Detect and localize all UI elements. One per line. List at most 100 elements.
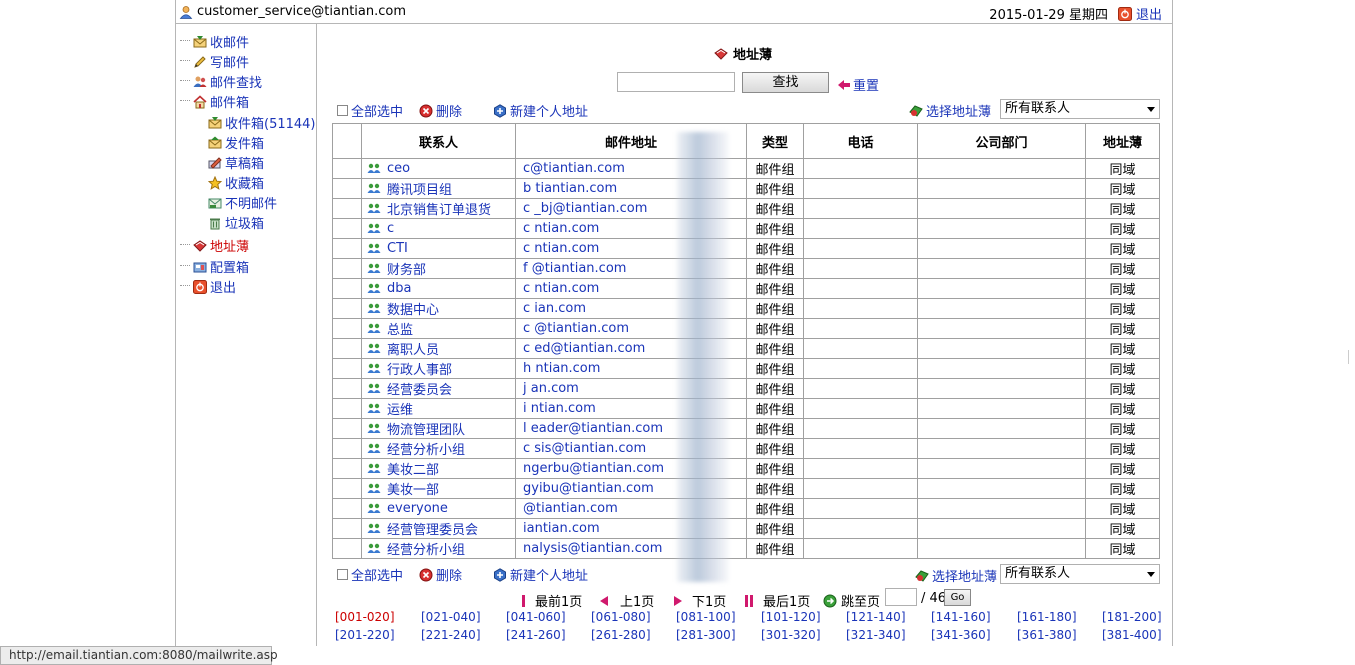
page-link[interactable]: [181-200] (1102, 610, 1162, 624)
row-checkbox-cell[interactable] (332, 538, 362, 559)
contact-name[interactable]: 美妆二部 (361, 458, 516, 479)
sidebar-item-exit[interactable]: 退出 (193, 277, 236, 296)
reset-link[interactable]: 重置 (837, 75, 879, 94)
select-all-checkbox[interactable] (337, 105, 348, 116)
header-contact[interactable]: 联系人 (361, 123, 516, 159)
page-link[interactable]: [241-260] (506, 628, 566, 642)
contact-name[interactable]: 运维 (361, 398, 516, 419)
row-checkbox-cell[interactable] (332, 278, 362, 299)
contact-name[interactable]: 经营管理委员会 (361, 518, 516, 539)
pager-prev[interactable]: 上1页 (600, 591, 654, 610)
contact-name[interactable]: dba (361, 278, 516, 299)
page-link[interactable]: [081-100] (676, 610, 736, 624)
header-phone[interactable]: 电话 (803, 123, 918, 159)
pager-next[interactable]: 下1页 (674, 591, 726, 610)
logout-label[interactable]: 退出 (1136, 4, 1162, 23)
contact-name[interactable]: everyone (361, 498, 516, 519)
row-checkbox-cell[interactable] (332, 338, 362, 359)
page-link[interactable]: [021-040] (421, 610, 481, 624)
page-link[interactable]: [041-060] (506, 610, 566, 624)
contact-name[interactable]: 经营分析小组 (361, 438, 516, 459)
page-link[interactable]: [261-280] (591, 628, 651, 642)
row-checkbox-cell[interactable] (332, 218, 362, 239)
row-checkbox-cell[interactable] (332, 418, 362, 439)
book-select-top[interactable]: 所有联系人 (1000, 99, 1160, 119)
select-all-top[interactable]: 全部选中 (337, 101, 403, 120)
header-book[interactable]: 地址薄 (1085, 123, 1160, 159)
page-number-input[interactable] (885, 588, 917, 606)
logout-link[interactable]: 退出 (1117, 4, 1162, 23)
page-link[interactable]: [141-160] (931, 610, 991, 624)
row-checkbox-cell[interactable] (332, 518, 362, 539)
contact-name[interactable]: CTI (361, 238, 516, 259)
sidebar-item-drafts[interactable]: 草稿箱 (208, 153, 264, 172)
contact-name[interactable]: 腾讯项目组 (361, 178, 516, 199)
contact-name[interactable]: 数据中心 (361, 298, 516, 319)
select-all-checkbox[interactable] (337, 569, 348, 580)
row-checkbox-cell[interactable] (332, 238, 362, 259)
sidebar-item-compose[interactable]: 写邮件 (193, 52, 249, 71)
sidebar-item-trash[interactable]: 垃圾箱 (208, 213, 264, 232)
row-checkbox-cell[interactable] (332, 198, 362, 219)
contact-name[interactable]: 经营委员会 (361, 378, 516, 399)
header-type[interactable]: 类型 (746, 123, 804, 159)
delete-button-top[interactable]: 删除 (419, 101, 462, 120)
contact-name[interactable]: c (361, 218, 516, 239)
page-link[interactable]: [381-400] (1102, 628, 1162, 642)
contact-name[interactable]: 总监 (361, 318, 516, 339)
contact-name[interactable]: 财务部 (361, 258, 516, 279)
row-checkbox-cell[interactable] (332, 318, 362, 339)
row-checkbox-cell[interactable] (332, 298, 362, 319)
row-checkbox-cell[interactable] (332, 458, 362, 479)
contact-name[interactable]: 北京销售订单退货 (361, 198, 516, 219)
sidebar-item-favorites[interactable]: 收藏箱 (207, 173, 264, 192)
sidebar-item-unknown[interactable]: 不明邮件 (208, 193, 277, 212)
sidebar-item-receive[interactable]: 收邮件 (193, 32, 249, 51)
row-checkbox-cell[interactable] (332, 398, 362, 419)
row-checkbox-cell[interactable] (332, 378, 362, 399)
sidebar-item-outbox[interactable]: 发件箱 (208, 133, 264, 152)
new-address-button-top[interactable]: 新建个人地址 (493, 101, 588, 120)
contact-name[interactable]: 行政人事部 (361, 358, 516, 379)
page-link[interactable]: [341-360] (931, 628, 991, 642)
row-checkbox-cell[interactable] (332, 258, 362, 279)
page-link[interactable]: [281-300] (676, 628, 736, 642)
page-link[interactable]: [101-120] (761, 610, 821, 624)
contact-name[interactable]: 离职人员 (361, 338, 516, 359)
page-link[interactable]: [221-240] (421, 628, 481, 642)
contact-name[interactable]: 经营分析小组 (361, 538, 516, 559)
contact-name[interactable]: 美妆一部 (361, 478, 516, 499)
new-address-button-bottom[interactable]: 新建个人地址 (493, 565, 588, 584)
pager-last[interactable]: 最后1页 (745, 591, 810, 610)
page-link[interactable]: [061-080] (591, 610, 651, 624)
page-link[interactable]: [161-180] (1017, 610, 1077, 624)
pager-first[interactable]: 最前1页 (522, 591, 582, 610)
row-checkbox-cell[interactable] (332, 358, 362, 379)
delete-button-bottom[interactable]: 删除 (419, 565, 462, 584)
page-link[interactable]: [001-020] (335, 610, 395, 624)
contact-type: 邮件组 (746, 318, 804, 339)
go-button[interactable]: Go (944, 589, 971, 606)
select-all-bottom[interactable]: 全部选中 (337, 565, 403, 584)
page-link[interactable]: [121-140] (846, 610, 906, 624)
header-department[interactable]: 公司部门 (917, 123, 1086, 159)
search-button[interactable]: 查找 (742, 72, 829, 93)
search-input[interactable] (617, 72, 735, 92)
book-select-bottom[interactable]: 所有联系人 (1000, 564, 1160, 584)
sidebar-item-mailbox[interactable]: 邮件箱 (193, 92, 249, 111)
sidebar-item-address-book[interactable]: 地址薄 (193, 236, 249, 255)
contact-name[interactable]: ceo (361, 158, 516, 179)
sidebar-item-search[interactable]: 邮件查找 (193, 72, 262, 91)
page-link[interactable]: [321-340] (846, 628, 906, 642)
row-checkbox-cell[interactable] (332, 438, 362, 459)
row-checkbox-cell[interactable] (332, 158, 362, 179)
page-link[interactable]: [301-320] (761, 628, 821, 642)
sidebar-item-inbox[interactable]: 收件箱(51144) (208, 113, 316, 132)
row-checkbox-cell[interactable] (332, 478, 362, 499)
row-checkbox-cell[interactable] (332, 498, 362, 519)
page-link[interactable]: [361-380] (1017, 628, 1077, 642)
sidebar-item-config[interactable]: 配置箱 (193, 257, 249, 276)
row-checkbox-cell[interactable] (332, 178, 362, 199)
contact-name[interactable]: 物流管理团队 (361, 418, 516, 439)
page-link[interactable]: [201-220] (335, 628, 395, 642)
